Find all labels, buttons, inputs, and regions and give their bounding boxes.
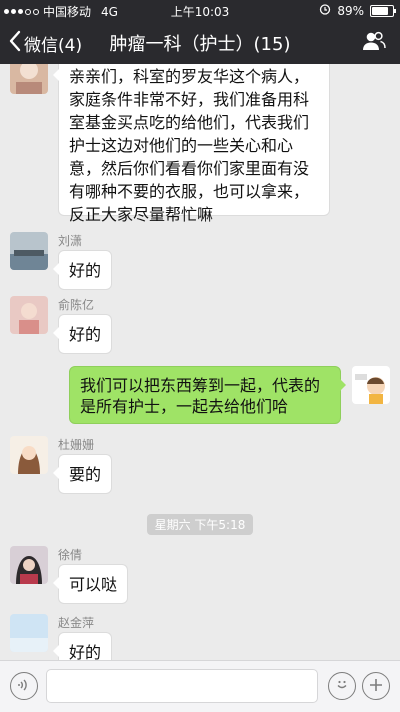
sender-name: 刘潇 <box>58 234 83 248</box>
battery-icon <box>370 4 396 17</box>
plus-icon <box>369 677 383 696</box>
sender-name: 俞陈亿 <box>58 298 95 312</box>
avatar[interactable] <box>10 436 48 474</box>
emoji-icon <box>334 676 350 696</box>
alarm-icon <box>319 3 331 18</box>
sender-name: 徐倩 <box>58 548 83 562</box>
sender-name: 杜姗姗 <box>58 438 95 452</box>
message-bubble[interactable]: 好的 <box>52 632 113 660</box>
avatar[interactable] <box>352 366 390 404</box>
status-bar: 中国移动 4G 上午10:03 89% <box>0 0 400 20</box>
message-bubble[interactable]: 我们可以把东西筹到一起，代表的是所有护士，一起去给他们哈 <box>69 366 346 424</box>
avatar[interactable] <box>10 64 48 94</box>
emoji-button[interactable] <box>328 672 356 700</box>
message-bubble[interactable]: 可以哒 <box>52 564 129 604</box>
input-bar <box>0 660 400 712</box>
nav-bar: 微信(4) 肿瘤一科（护士）(15) <box>0 20 400 64</box>
voice-icon <box>17 677 31 696</box>
avatar[interactable] <box>10 614 48 652</box>
avatar[interactable] <box>10 546 48 584</box>
battery-percent: 89% <box>337 3 364 18</box>
chat-title: 肿瘤一科（护士）(15) <box>109 34 291 55</box>
message-bubble[interactable]: 要的 <box>52 454 113 494</box>
more-button[interactable] <box>362 672 390 700</box>
message-input[interactable] <box>46 669 318 703</box>
chat-area[interactable]: 亲亲们，科室的罗友华这个病人，家庭条件非常不好，我们准备用科室基金买点吃的给他们… <box>0 64 400 660</box>
people-icon <box>362 31 386 56</box>
sender-name: 赵金萍 <box>58 616 95 630</box>
message-bubble[interactable]: 好的 <box>52 250 113 290</box>
avatar[interactable] <box>10 232 48 270</box>
message-bubble[interactable]: 好的 <box>52 314 113 354</box>
group-info-button[interactable] <box>362 30 386 54</box>
timestamp-label: 星期六 下午5:18 <box>146 514 254 535</box>
avatar[interactable] <box>10 296 48 334</box>
message-bubble[interactable]: 亲亲们，科室的罗友华这个病人，家庭条件非常不好，我们准备用科室基金买点吃的给他们… <box>53 64 330 224</box>
timestamp-divider: 星期六 下午5:18 <box>0 514 400 535</box>
voice-button[interactable] <box>10 672 38 700</box>
